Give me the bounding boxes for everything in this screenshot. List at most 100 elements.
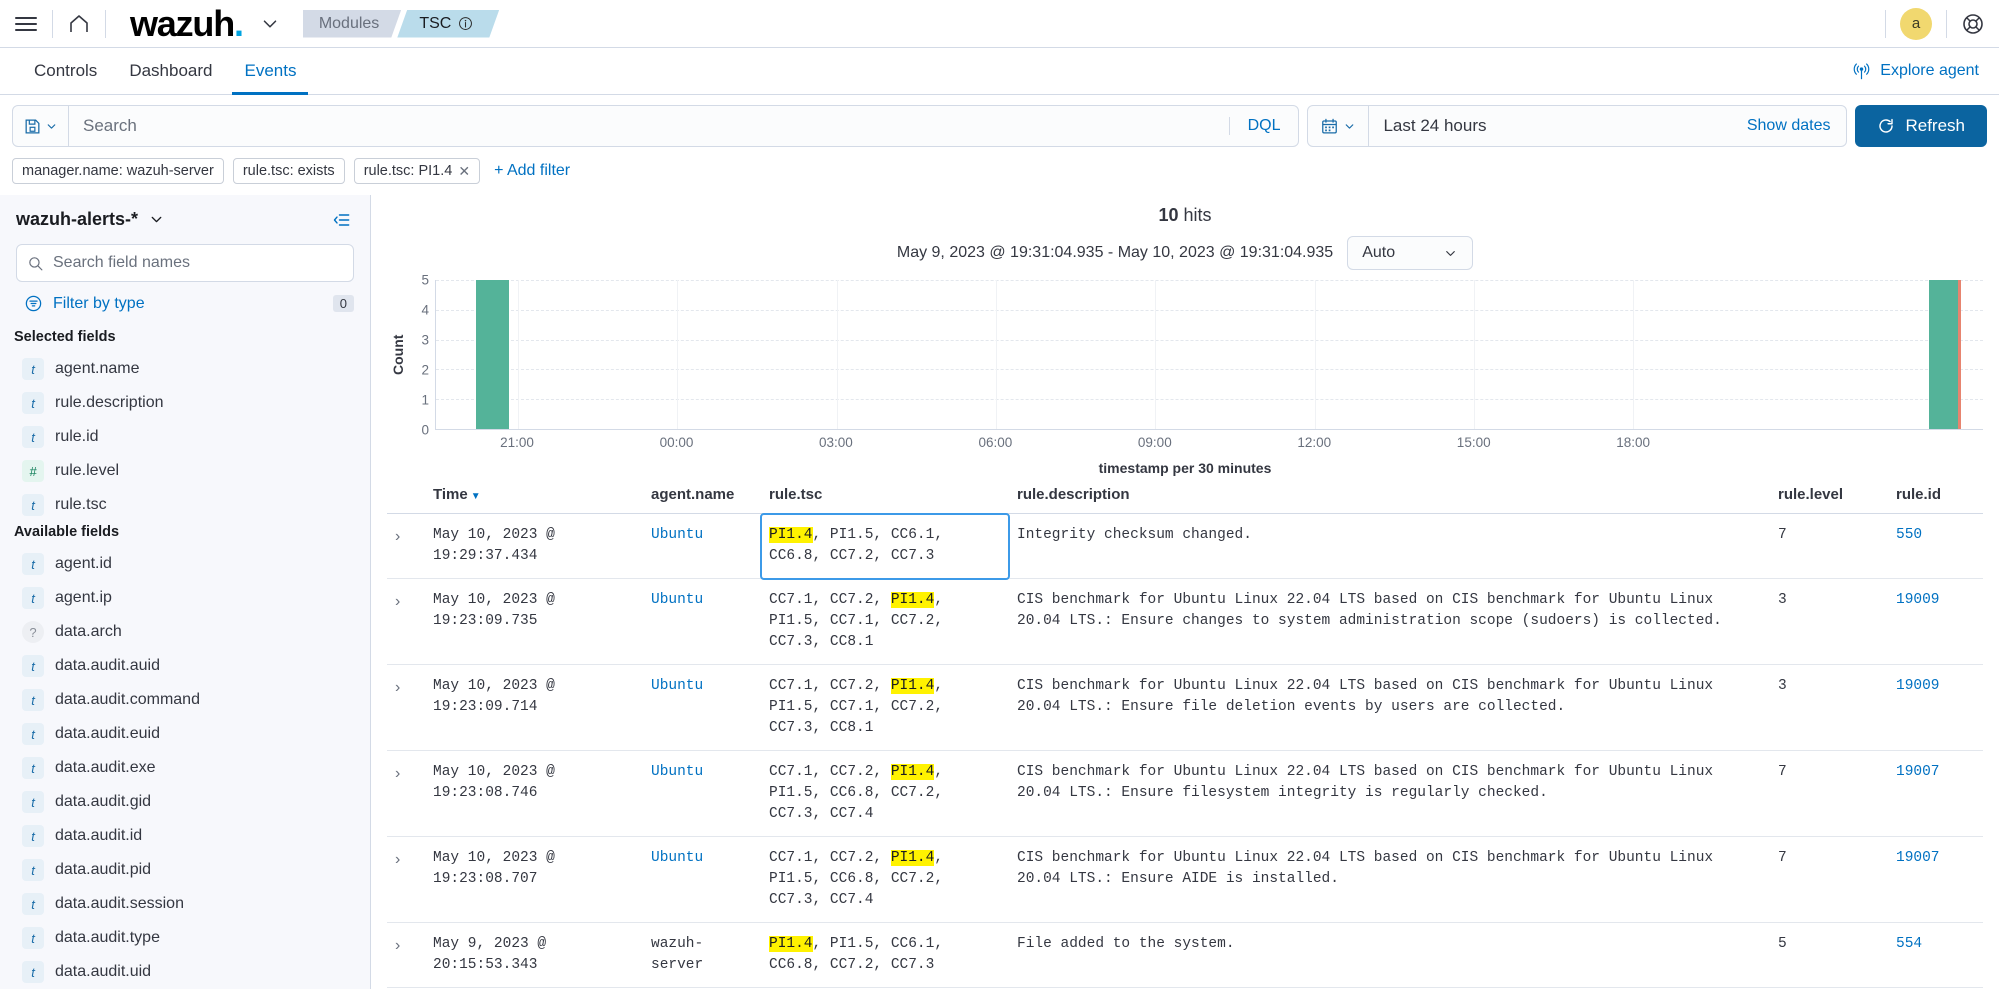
agent-link[interactable]: Ubuntu — [651, 527, 703, 543]
cell-agent-name: Ubuntu — [643, 836, 761, 924]
close-icon[interactable]: ✕ — [458, 163, 470, 180]
chevron-right-icon[interactable]: › — [395, 593, 400, 610]
chart-x-ticks: 21:00 00:00 03:00 06:00 09:00 12:00 15:00 18:00 — [435, 430, 1983, 454]
rule-id-link[interactable]: 554 — [1896, 936, 1922, 952]
available-field-data-audit-auid[interactable]: t data.audit.auid — [0, 649, 370, 683]
chart-gridline — [436, 280, 1983, 281]
table-header-rule-description[interactable]: rule.description — [1009, 476, 1770, 514]
available-field-data-audit-session[interactable]: t data.audit.session — [0, 887, 370, 921]
cell-time: May 10, 2023 @ 19:23:08.746 — [425, 750, 643, 838]
chart-y-tick: 0 — [421, 422, 429, 438]
available-field-data-audit-uid[interactable]: t data.audit.uid — [0, 955, 370, 989]
table-header-rule-level[interactable]: rule.level — [1770, 476, 1888, 514]
expand-row-cell: › — [387, 578, 425, 666]
menu-button[interactable] — [0, 0, 52, 48]
chevron-right-icon[interactable]: › — [395, 528, 400, 545]
tab-dashboard[interactable]: Dashboard — [113, 48, 228, 95]
help-button[interactable] — [1961, 12, 1985, 36]
agent-link[interactable]: Ubuntu — [651, 850, 703, 866]
table-header-expand — [387, 476, 425, 514]
filter-pill-rule-tsc-exists[interactable]: rule.tsc: exists — [232, 158, 345, 184]
chart-x-tick: 06:00 — [978, 435, 1013, 450]
available-field-data-audit-command[interactable]: t data.audit.command — [0, 683, 370, 717]
selected-field-rule-level[interactable]: # rule.level — [0, 454, 370, 488]
table-row[interactable]: › May 9, 2023 @ 20:15:53.343 wazuh-server P… — [387, 922, 1983, 989]
agent-link[interactable]: Ubuntu — [651, 764, 703, 780]
field-name-label: data.audit.gid — [55, 793, 152, 810]
tab-controls[interactable]: Controls — [18, 48, 113, 95]
breadcrumb-item-tsc[interactable]: TSC — [397, 10, 499, 38]
tab-events[interactable]: Events — [228, 48, 312, 95]
filter-by-type-button[interactable]: Filter by type 0 — [24, 294, 354, 313]
search-field-names-input[interactable] — [53, 254, 343, 272]
filter-pill-rule-tsc-pi14[interactable]: rule.tsc: PI1.4 ✕ — [353, 158, 481, 184]
add-filter-button[interactable]: + Add filter — [489, 162, 570, 180]
collapse-panel-icon[interactable] — [332, 210, 352, 235]
chart-bar[interactable] — [1928, 280, 1962, 429]
chevron-right-icon[interactable]: › — [395, 765, 400, 782]
table-row[interactable]: › May 10, 2023 @ 19:29:37.434 Ubuntu PI1.4,… — [387, 512, 1983, 580]
selected-field-rule-description[interactable]: t rule.description — [0, 386, 370, 420]
rule-id-link[interactable]: 550 — [1896, 527, 1922, 543]
available-field-data-audit-euid[interactable]: t data.audit.euid — [0, 717, 370, 751]
breadcrumb-item-modules[interactable]: Modules — [303, 10, 401, 38]
available-field-agent-ip[interactable]: t agent.ip — [0, 581, 370, 615]
chart-x-tick: 21:00 — [500, 435, 534, 450]
logo-dropdown-button[interactable] — [259, 13, 281, 35]
available-field-data-audit-pid[interactable]: t data.audit.pid — [0, 853, 370, 887]
rule-id-link[interactable]: 19007 — [1896, 850, 1940, 866]
chevron-right-icon[interactable]: › — [395, 851, 400, 868]
field-name-label: data.audit.type — [55, 929, 160, 946]
table-row[interactable]: › May 10, 2023 @ 19:23:08.707 Ubuntu CC7.1,… — [387, 836, 1983, 924]
divider — [1885, 9, 1886, 38]
expand-row-cell: › — [387, 750, 425, 838]
home-button[interactable] — [53, 0, 105, 48]
info-icon[interactable] — [458, 16, 473, 31]
avatar[interactable]: a — [1900, 7, 1932, 40]
cell-rule-level: 7 — [1770, 513, 1888, 580]
table-row[interactable]: › May 10, 2023 @ 19:23:09.714 Ubuntu CC7.1,… — [387, 664, 1983, 752]
index-pattern-selector[interactable]: wazuh-alerts-* — [0, 209, 370, 244]
table-row[interactable]: › May 10, 2023 @ 19:23:09.735 Ubuntu CC7.1,… — [387, 578, 1983, 666]
chevron-right-icon[interactable]: › — [395, 679, 400, 696]
available-field-data-audit-gid[interactable]: t data.audit.gid — [0, 785, 370, 819]
dql-toggle[interactable]: DQL — [1228, 117, 1299, 135]
module-tab-bar: Controls Dashboard Events Explore agent — [0, 48, 1999, 95]
available-field-data-audit-type[interactable]: t data.audit.type — [0, 921, 370, 955]
explore-agent-button[interactable]: Explore agent — [1852, 62, 1979, 81]
selected-field-rule-id[interactable]: t rule.id — [0, 420, 370, 454]
rule-id-link[interactable]: 19009 — [1896, 678, 1940, 694]
highlighted-term: PI1.4 — [769, 527, 813, 543]
selected-field-rule-tsc[interactable]: t rule.tsc — [0, 488, 370, 522]
show-dates-button[interactable]: Show dates — [1731, 117, 1847, 135]
chevron-right-icon[interactable]: › — [395, 937, 400, 954]
filter-pill-manager-name[interactable]: manager.name: wazuh-server — [12, 158, 224, 184]
refresh-button[interactable]: Refresh — [1855, 105, 1987, 147]
agent-link[interactable]: Ubuntu — [651, 678, 703, 694]
chart-bar[interactable] — [476, 280, 509, 429]
field-type-icon: t — [22, 358, 44, 380]
selected-field-agent-name[interactable]: t agent.name — [0, 352, 370, 386]
index-pattern-label: wazuh-alerts-* — [16, 209, 139, 229]
table-header-rule-tsc[interactable]: rule.tsc — [761, 476, 1009, 514]
available-field-data-arch[interactable]: ? data.arch — [0, 615, 370, 649]
agent-link[interactable]: Ubuntu — [651, 592, 703, 608]
saved-query-button[interactable] — [13, 106, 69, 146]
time-range-display[interactable]: Last 24 hours — [1369, 116, 1500, 136]
logo-dot: . — [234, 2, 244, 44]
cell-rule-level: 3 — [1770, 578, 1888, 666]
available-field-data-audit-id[interactable]: t data.audit.id — [0, 819, 370, 853]
interval-select[interactable]: Auto — [1347, 236, 1474, 270]
selected-fields-list: t agent.name t rule.description t rule.id # rul… — [0, 352, 370, 522]
cell-agent-name: Ubuntu — [643, 664, 761, 752]
rule-id-link[interactable]: 19009 — [1896, 592, 1940, 608]
search-input[interactable] — [69, 106, 1229, 146]
table-row[interactable]: › May 10, 2023 @ 19:23:08.746 Ubuntu CC7.1,… — [387, 750, 1983, 838]
available-field-data-audit-exe[interactable]: t data.audit.exe — [0, 751, 370, 785]
date-quick-select-button[interactable] — [1308, 106, 1370, 146]
table-header-time[interactable]: Time ▼ — [425, 476, 643, 514]
available-field-agent-id[interactable]: t agent.id — [0, 547, 370, 581]
table-header-rule-id[interactable]: rule.id — [1888, 476, 1983, 514]
rule-id-link[interactable]: 19007 — [1896, 764, 1940, 780]
table-header-agent-name[interactable]: agent.name — [643, 476, 761, 514]
